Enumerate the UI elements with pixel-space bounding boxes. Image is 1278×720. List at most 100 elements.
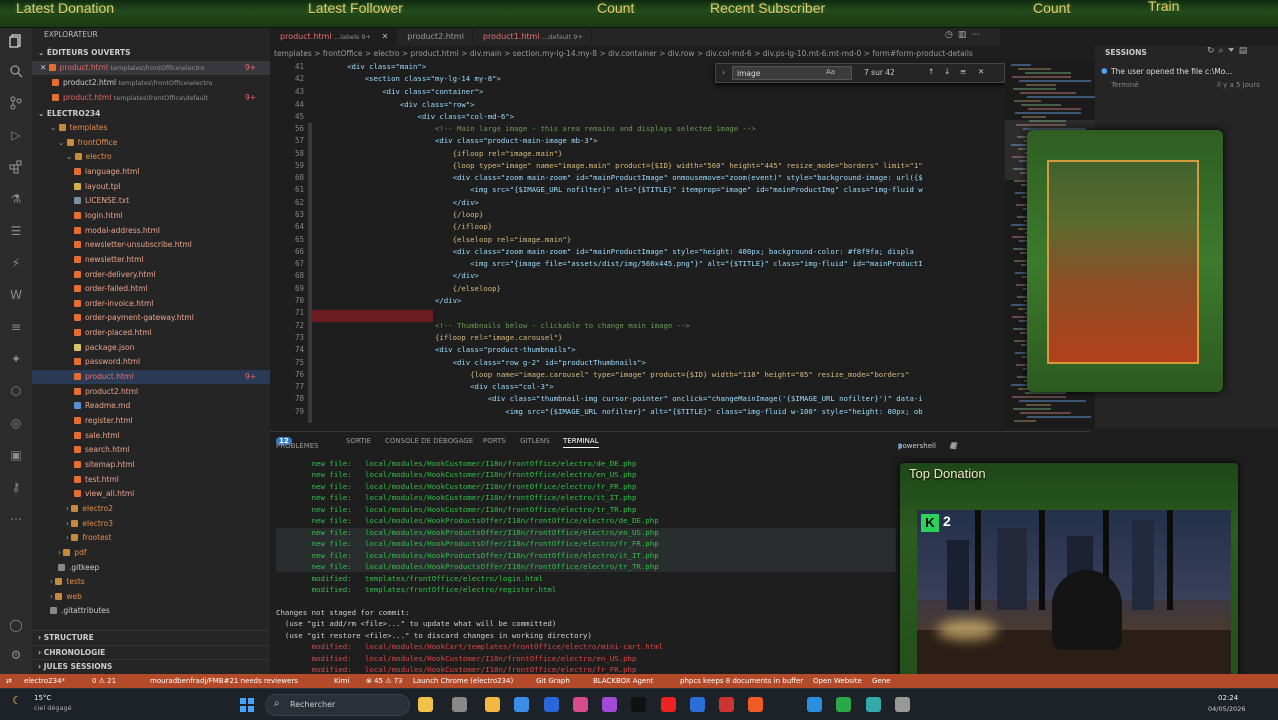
ai-icon[interactable]: ✦ bbox=[8, 352, 24, 366]
facebook-icon[interactable] bbox=[544, 697, 559, 712]
match-case-icon[interactable]: Aa bbox=[826, 68, 835, 76]
tree-file[interactable]: product.html 9+ bbox=[32, 370, 270, 385]
remote-icon[interactable]: ⚡ bbox=[8, 256, 24, 270]
tree-file[interactable]: .gitattributes bbox=[32, 604, 270, 618]
project-header[interactable]: ⌄ ELECTRO234 bbox=[32, 107, 270, 121]
vscode-icon[interactable] bbox=[807, 697, 822, 712]
tab-ports[interactable]: PORTS bbox=[483, 437, 506, 445]
status-item[interactable]: electro234* bbox=[24, 677, 65, 685]
tab-gitlens[interactable]: GITLENS bbox=[520, 437, 550, 445]
tab-debug-console[interactable]: CONSOLE DE DÉBOGAGE bbox=[385, 437, 473, 445]
settings-app-icon[interactable] bbox=[895, 697, 910, 712]
tree-file[interactable]: login.html bbox=[32, 209, 270, 223]
tab-problems[interactable]: PROBLÈMES 12 bbox=[276, 437, 319, 450]
tree-file[interactable]: .gitkeep bbox=[32, 561, 270, 575]
search-icon[interactable]: ⌕ bbox=[1219, 46, 1228, 56]
tree-file[interactable]: order-failed.html bbox=[32, 282, 270, 296]
status-item[interactable]: phpcs keeps 8 documents in buffer bbox=[680, 677, 803, 685]
status-item[interactable]: Launch Chrome (electro234) bbox=[413, 677, 513, 685]
tab-product1-html[interactable]: product1.html ...default 9+ bbox=[473, 28, 592, 46]
status-item[interactable]: mouradbenfradj/FMB#21 needs reviewers bbox=[150, 677, 298, 685]
more-icon[interactable]: ⋯ bbox=[8, 512, 24, 526]
taskbar-search[interactable]: ⌕ Rechercher bbox=[265, 694, 410, 716]
more-actions-icon[interactable]: ⋯ bbox=[971, 30, 985, 40]
taskview-icon[interactable] bbox=[452, 697, 467, 712]
tree-file[interactable]: order-delivery.html bbox=[32, 268, 270, 282]
tree-file[interactable]: search.html bbox=[32, 443, 270, 457]
status-item[interactable]: Kimi bbox=[334, 677, 349, 685]
clock-time[interactable]: 02:24 bbox=[1218, 694, 1238, 702]
tree-file[interactable]: order-payment-gateway.html bbox=[32, 311, 270, 325]
open-editors-header[interactable]: ⌄ ÉDITEURS OUVERTS bbox=[32, 46, 270, 60]
filter-icon[interactable]: ⏷ bbox=[1228, 46, 1239, 56]
tree-file[interactable]: test.html bbox=[32, 473, 270, 487]
store-icon[interactable] bbox=[514, 697, 529, 712]
messenger-icon[interactable] bbox=[602, 697, 617, 712]
structure-section[interactable]: › STRUCTURE bbox=[32, 630, 270, 644]
arrow-down-icon[interactable]: ↓ bbox=[944, 67, 950, 76]
tree-folder[interactable]: ⌄ frontOffice bbox=[32, 136, 270, 150]
code-editor[interactable]: 41 42 43 44 45 56 57 58 59 60 61 62 63 64 65 66 67 68 69 70… bbox=[270, 60, 1005, 428]
key-icon[interactable]: ⚷ bbox=[8, 480, 24, 494]
files-icon[interactable] bbox=[418, 697, 433, 712]
status-item[interactable]: Open Website bbox=[813, 677, 862, 685]
tree-file[interactable]: order-invoice.html bbox=[32, 297, 270, 311]
open-editor-item[interactable]: product2.html templates\frontOffice\elec… bbox=[32, 76, 270, 90]
tree-file[interactable]: sale.html bbox=[32, 429, 270, 443]
explorer-folder-icon[interactable] bbox=[485, 697, 500, 712]
tree-folder[interactable]: ⌄ electro bbox=[32, 150, 270, 164]
media-icon[interactable] bbox=[719, 697, 734, 712]
tree-folder[interactable]: ⌄ templates bbox=[32, 121, 270, 135]
tree-folder[interactable]: › frootest bbox=[32, 531, 270, 545]
open-editor-item[interactable]: ✕ product.html templates\frontOffice\ele… bbox=[32, 61, 270, 75]
instagram-icon[interactable] bbox=[573, 697, 588, 712]
session-item-title[interactable]: The user opened the file c:\Mo... bbox=[1111, 67, 1232, 76]
source-control-icon[interactable] bbox=[8, 96, 24, 110]
tree-file[interactable]: language.html bbox=[32, 165, 270, 179]
tree-file[interactable]: newsletter-unsubscribe.html bbox=[32, 238, 270, 252]
youtube-icon[interactable] bbox=[661, 697, 676, 712]
weather-icon[interactable]: ☾ bbox=[12, 694, 22, 707]
terminal-app-icon[interactable] bbox=[866, 697, 881, 712]
tree-file[interactable]: package.json bbox=[32, 341, 270, 355]
tree-file[interactable]: LICENSE.txt bbox=[32, 194, 270, 208]
timeline-section[interactable]: › CHRONOLOGIE bbox=[32, 645, 270, 659]
tree-file[interactable]: layout.tpl bbox=[32, 180, 270, 194]
tree-folder[interactable]: › electro3 bbox=[32, 517, 270, 531]
chevron-right-icon[interactable]: › bbox=[722, 68, 725, 77]
status-item[interactable]: BLACKBOX Agent bbox=[593, 677, 654, 685]
tab-output[interactable]: SORTIE bbox=[346, 437, 371, 445]
split-editor-icon[interactable]: ▥ bbox=[958, 30, 972, 40]
w-extension-icon[interactable]: W bbox=[8, 288, 24, 302]
run-debug-icon[interactable]: ▷ bbox=[8, 128, 24, 142]
tab-product-html[interactable]: product.html ...labels 9+ ✕ bbox=[270, 28, 398, 46]
chrome-icon[interactable] bbox=[836, 697, 851, 712]
tiktok-icon[interactable] bbox=[631, 697, 646, 712]
close-icon[interactable]: ✕ bbox=[382, 32, 389, 41]
tree-file[interactable]: Readme.md bbox=[32, 399, 270, 413]
testing-icon[interactable]: ⚗ bbox=[8, 192, 24, 206]
close-icon[interactable]: ✕ bbox=[40, 63, 49, 72]
settings-gear-icon[interactable]: ⚙ bbox=[8, 648, 24, 662]
tree-file[interactable]: register.html bbox=[32, 414, 270, 428]
tab-product2-html[interactable]: product2.html bbox=[397, 28, 473, 46]
status-item[interactable]: Gene bbox=[872, 677, 890, 685]
breadcrumb[interactable]: templates > frontOffice > electro > prod… bbox=[270, 46, 1110, 60]
robot-icon[interactable]: ▣ bbox=[8, 448, 24, 462]
layout-icon[interactable]: ▤ bbox=[1239, 46, 1252, 56]
tab-terminal[interactable]: TERMINAL bbox=[563, 437, 599, 448]
find-in-selection-icon[interactable]: ≡ bbox=[960, 67, 966, 76]
arrow-up-icon[interactable]: ↑ bbox=[928, 67, 934, 76]
close-icon[interactable]: ✕ bbox=[950, 442, 962, 450]
tree-folder[interactable]: › electro2 bbox=[32, 502, 270, 516]
close-icon[interactable]: ✕ bbox=[978, 67, 984, 76]
status-item[interactable]: ⊗ 45 ⚠ 73 bbox=[366, 677, 403, 685]
open-editor-item[interactable]: product.html templates\frontOffice\defau… bbox=[32, 91, 270, 105]
refresh-icon[interactable]: ↻ bbox=[1207, 46, 1219, 56]
database-icon[interactable]: ☰ bbox=[8, 224, 24, 238]
tree-folder[interactable]: › pdf bbox=[32, 546, 270, 560]
tree-folder[interactable]: › web bbox=[32, 590, 270, 604]
explorer-icon[interactable] bbox=[8, 34, 24, 48]
weather-temp[interactable]: 15°C bbox=[34, 694, 51, 702]
tree-folder[interactable]: › tests bbox=[32, 575, 270, 589]
